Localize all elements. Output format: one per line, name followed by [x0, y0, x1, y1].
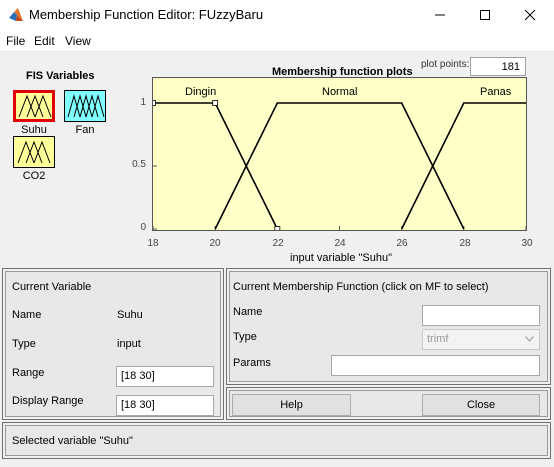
x-tick-label: 22: [272, 238, 284, 249]
mf-vertex-marker[interactable]: [150, 100, 156, 106]
mf-label-dingin[interactable]: Dingin: [185, 86, 216, 98]
title-bar: Membership Function Editor: FUzzyBaru: [0, 0, 554, 30]
plot-points-label: plot points:: [421, 59, 470, 70]
maximize-button[interactable]: [462, 0, 508, 30]
fis-var-co2-label: CO2: [22, 170, 46, 182]
maximize-icon: [480, 10, 490, 20]
var-type-label: Type: [12, 338, 36, 350]
fis-var-suhu[interactable]: [13, 90, 55, 122]
x-tick-label: 26: [396, 238, 408, 249]
current-mf-heading: Current Membership Function (click on MF…: [233, 281, 489, 293]
matlab-app-icon: [9, 8, 23, 21]
mf-curve-panas[interactable]: [400, 102, 526, 230]
x-tick-label: 30: [521, 238, 533, 249]
fis-var-suhu-label: Suhu: [21, 124, 47, 136]
var-name-label: Name: [12, 309, 42, 321]
mf-type-select[interactable]: trimf: [422, 329, 540, 350]
mf-name-input[interactable]: [422, 305, 540, 326]
mf-name-label: Name: [233, 306, 263, 318]
y-tick-label: 0: [140, 222, 146, 233]
mf-params-input[interactable]: [331, 355, 540, 376]
fis-var-co2[interactable]: [13, 136, 55, 168]
mf-vertex-marker[interactable]: [212, 100, 219, 106]
mf-curve-dingin[interactable]: [153, 102, 279, 230]
range-input[interactable]: [18 30]: [116, 366, 214, 387]
y-tick-label: 0.5: [132, 159, 146, 170]
close-window-button[interactable]: [507, 0, 553, 30]
membership-plot[interactable]: [150, 77, 527, 232]
x-tick-label: 20: [209, 238, 221, 249]
menu-edit[interactable]: Edit: [34, 34, 55, 48]
mf-curve-normal[interactable]: [214, 102, 465, 230]
current-variable-panel: Current Variable Name Suhu Type input Ra…: [2, 268, 224, 420]
mf-type-label: Type: [233, 331, 257, 343]
menu-bar: File Edit View: [0, 30, 554, 52]
fis-variables-heading: FIS Variables: [26, 70, 95, 82]
var-name-value: Suhu: [117, 309, 143, 321]
menu-file[interactable]: File: [6, 34, 25, 48]
display-range-label: Display Range: [12, 395, 84, 407]
mf-params-label: Params: [233, 357, 271, 369]
mf-label-panas[interactable]: Panas: [480, 86, 511, 98]
window-title: Membership Function Editor: FUzzyBaru: [29, 7, 264, 22]
menu-view[interactable]: View: [65, 34, 91, 48]
button-panel: Help Close: [226, 387, 551, 420]
current-variable-heading: Current Variable: [12, 281, 92, 293]
display-range-input[interactable]: [18 30]: [116, 395, 214, 416]
mf-label-normal[interactable]: Normal: [322, 86, 357, 98]
fis-var-fan[interactable]: [64, 90, 106, 122]
minimize-button[interactable]: [417, 0, 463, 30]
var-type-value: input: [117, 338, 141, 350]
help-button[interactable]: Help: [232, 394, 351, 416]
membership-plot-canvas[interactable]: [150, 78, 527, 232]
mf-vertex-marker[interactable]: [274, 226, 281, 232]
minimize-icon: [435, 14, 445, 16]
chevron-down-icon: [525, 336, 534, 342]
status-panel: Selected variable "Suhu": [2, 422, 551, 459]
x-tick-label: 28: [459, 238, 471, 249]
mf-type-value: trimf: [427, 333, 449, 345]
y-tick-label: 1: [140, 97, 146, 108]
x-tick-label: 24: [334, 238, 346, 249]
var-range-label: Range: [12, 367, 45, 379]
x-axis-label: input variable "Suhu": [290, 252, 392, 264]
close-icon: [524, 9, 536, 21]
fis-var-fan-label: Fan: [75, 124, 95, 136]
x-tick-label: 18: [147, 238, 159, 249]
plot-points-input[interactable]: [470, 57, 526, 76]
status-text: Selected variable "Suhu": [12, 435, 133, 447]
close-button[interactable]: Close: [422, 394, 540, 416]
upper-plot-area: FIS Variables Suhu Fan CO2 plot points: …: [0, 52, 554, 267]
current-mf-panel: Current Membership Function (click on MF…: [226, 268, 551, 385]
